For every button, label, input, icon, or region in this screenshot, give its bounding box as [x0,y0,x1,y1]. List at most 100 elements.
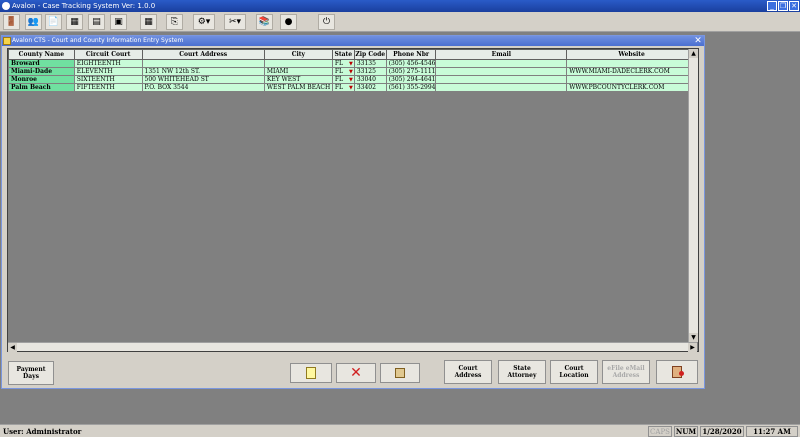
county-grid[interactable]: County Name Circuit Court Court Address … [7,48,699,352]
scroll-right-icon[interactable]: ▶ [688,343,697,352]
exit-window-button[interactable] [656,360,698,384]
county-cell[interactable]: Broward [8,59,75,68]
coin-icon[interactable]: ● [280,14,297,30]
gear-dropdown-icon[interactable]: ⚙▾ [193,14,215,30]
zip-cell[interactable]: 33040 [353,75,387,84]
email-cell[interactable] [435,67,568,76]
court-location-button[interactable]: Court Location [550,360,598,384]
court-address-label: Court Address [454,365,482,379]
state-attorney-button[interactable]: State Attorney [498,360,546,384]
state-value: FL [334,60,344,67]
county-cell[interactable]: Monroe [8,75,75,84]
people-icon[interactable]: 👥 [25,14,42,30]
col-header-zip[interactable]: Zip Code [353,49,387,60]
state-cell[interactable]: FL ▼ [331,59,355,68]
calendar-icon[interactable]: ▣ [110,14,127,30]
state-value: FL [334,68,344,75]
circuit-cell[interactable]: ELEVENTH [73,67,143,76]
zip-cell[interactable]: 33135 [353,59,387,68]
save-record-button[interactable] [380,363,420,383]
col-header-website[interactable]: Website [566,49,697,60]
county-cell[interactable]: Palm Beach [8,83,75,92]
scroll-up-icon[interactable]: ▲ [689,49,698,58]
close-button[interactable]: ✕ [789,1,799,11]
efile-email-button[interactable]: eFile eMail Address [602,360,650,384]
list-icon[interactable]: ▤ [88,14,105,30]
status-bar: User: Administrator CAPS NUM 1/28/2020 1… [0,424,800,437]
email-cell[interactable] [435,59,568,68]
zip-cell[interactable]: 33402 [353,83,387,92]
state-cell[interactable]: FL ▼ [331,83,355,92]
dropdown-arrow-icon[interactable]: ▼ [349,85,353,91]
minimize-button[interactable]: _ [767,1,777,11]
email-cell[interactable] [435,75,568,84]
zip-cell[interactable]: 33125 [353,67,387,76]
power-icon[interactable]: ⏻ [318,14,335,30]
col-header-state[interactable]: State [331,49,355,60]
calculator-icon[interactable]: ▦ [66,14,83,30]
delete-record-button[interactable]: ✕ [336,363,376,383]
court-location-label: Court Location [559,365,589,379]
status-caps: CAPS [648,426,672,437]
col-header-email[interactable]: Email [435,49,568,60]
table-row[interactable]: Palm Beach FIFTEENTH P.O. BOX 3544 WEST … [8,83,697,92]
table-row[interactable]: Monroe SIXTEENTH 500 WHITEHEAD ST KEY WE… [8,75,697,84]
circuit-cell[interactable]: EIGHTEENTH [73,59,143,68]
website-cell[interactable] [566,75,697,84]
city-cell[interactable]: MIAMI [263,67,333,76]
grid-icon[interactable]: ▦ [140,14,157,30]
scroll-down-icon[interactable]: ▼ [689,333,698,342]
status-time: 11:27 AM [746,426,798,437]
col-header-county[interactable]: County Name [8,49,75,60]
website-cell[interactable]: WWW.PBCOUNTYCLERK.COM [566,83,697,92]
phone-cell[interactable]: (305) 275-1111 [385,67,437,76]
state-cell[interactable]: FL ▼ [331,67,355,76]
scroll-left-icon[interactable]: ◀ [8,343,17,352]
exit-door-icon[interactable]: 🚪 [3,14,20,30]
col-header-circuit[interactable]: Circuit Court [73,49,143,60]
dropdown-arrow-icon[interactable]: ▼ [349,61,353,67]
website-cell[interactable]: WWW.MIAMI-DADECLERK.COM [566,67,697,76]
phone-cell[interactable]: (561) 355-2994 [385,83,437,92]
city-cell[interactable]: KEY WEST [263,75,333,84]
payment-days-button[interactable]: Payment Days [8,361,54,385]
phone-cell[interactable]: (305) 456-4546 [385,59,437,68]
col-header-city[interactable]: City [263,49,333,60]
address-cell[interactable]: 500 WHITEHEAD ST [141,75,265,84]
city-cell[interactable] [263,59,333,68]
col-header-phone[interactable]: Phone Nbr [385,49,437,60]
child-close-button[interactable]: ✕ [693,36,703,46]
col-header-address[interactable]: Court Address [141,49,265,60]
county-cell[interactable]: Miami-Dade [8,67,75,76]
state-cell[interactable]: FL ▼ [331,75,355,84]
website-cell[interactable] [566,59,697,68]
phone-cell[interactable]: (305) 294-4641 [385,75,437,84]
books-icon[interactable]: 📚 [256,14,273,30]
circuit-cell[interactable]: FIFTEENTH [73,83,143,92]
address-cell[interactable] [141,59,265,68]
address-cell[interactable]: 1351 NW 12th ST. [141,67,265,76]
app-title: Avalon - Case Tracking System Ver: 1.0.0 [12,2,156,10]
dropdown-arrow-icon[interactable]: ▼ [349,69,353,75]
app-icon [2,2,10,10]
table-row[interactable]: Broward EIGHTEENTH FL ▼ 33135 (305) 456-4… [8,59,697,68]
email-cell[interactable] [435,83,568,92]
horizontal-scrollbar[interactable]: ◀ ▶ [8,342,697,352]
court-address-button[interactable]: Court Address [444,360,492,384]
dropdown-arrow-icon[interactable]: ▼ [349,77,353,83]
circuit-cell[interactable]: SIXTEENTH [73,75,143,84]
new-record-button[interactable] [290,363,332,383]
copy-icon[interactable]: ⎘ [166,14,183,30]
court-county-window: Avalon CTS - Court and County Informatio… [1,35,705,389]
city-cell[interactable]: WEST PALM BEACH [263,83,333,92]
table-row[interactable]: Miami-Dade ELEVENTH 1351 NW 12th ST. MIA… [8,67,697,76]
toolbar: 🚪 👥 📄 ▦ ▤ ▣ ▦ ⎘ ⚙▾ ✂▾ 📚 ● ⏻ [0,12,800,32]
new-document-icon [306,367,316,379]
address-cell[interactable]: P.O. BOX 3544 [141,83,265,92]
app-titlebar: Avalon - Case Tracking System Ver: 1.0.0… [0,0,800,12]
tools-dropdown-icon[interactable]: ✂▾ [224,14,246,30]
window-icon [3,37,11,45]
document-icon[interactable]: 📄 [45,14,62,30]
vertical-scrollbar[interactable]: ▲ ▼ [688,49,698,342]
restore-button[interactable]: ❐ [778,1,788,11]
